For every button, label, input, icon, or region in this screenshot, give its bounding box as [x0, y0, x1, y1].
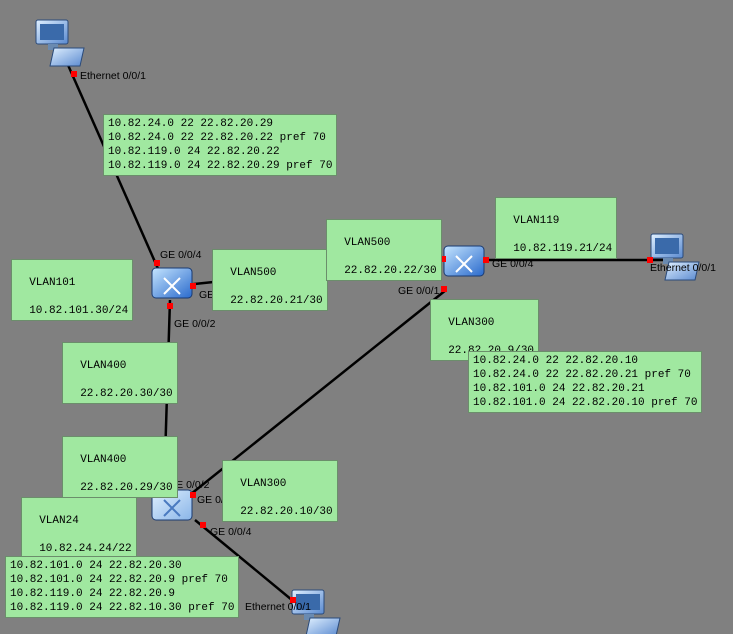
port-dot	[200, 522, 206, 528]
vlan-name: VLAN500	[344, 237, 390, 249]
vlan-name: VLAN400	[80, 454, 126, 466]
route-table: 10.82.24.0 22 22.82.20.10 10.82.24.0 22 …	[468, 351, 702, 413]
port-label: GE 0/0/4	[160, 249, 201, 261]
vlan-name: VLAN119	[513, 215, 559, 227]
port-label: Ethernet 0/0/1	[245, 601, 311, 613]
switch-icon	[440, 236, 488, 284]
vlan-addr: 10.82.101.30/24	[29, 305, 128, 317]
port-label: GE 0/0/2	[174, 318, 215, 330]
vlan-addr: 22.82.20.29/30	[80, 482, 172, 494]
vlan-name: VLAN500	[230, 267, 276, 279]
vlan-name: VLAN300	[448, 317, 494, 329]
port-label: GE 0/0/4	[210, 526, 251, 538]
vlan-label: VLAN500 22.82.20.21/30	[212, 249, 328, 311]
vlan-addr: 10.82.119.21/24	[513, 243, 612, 255]
vlan-addr: 22.82.20.21/30	[230, 295, 322, 307]
port-label: Ethernet 0/0/1	[650, 262, 716, 274]
vlan-label: VLAN400 22.82.20.30/30	[62, 342, 178, 404]
vlan-label: VLAN500 22.82.20.22/30	[326, 219, 442, 281]
vlan-label: VLAN24 10.82.24.24/22	[21, 497, 137, 559]
vlan-label: VLAN300 22.82.20.10/30	[222, 460, 338, 522]
vlan-addr: 22.82.20.30/30	[80, 388, 172, 400]
port-dot	[441, 286, 447, 292]
port-dot	[190, 492, 196, 498]
port-label: GE 0/0/1	[398, 285, 439, 297]
vlan-name: VLAN400	[80, 360, 126, 372]
port-dot	[190, 283, 196, 289]
vlan-name: VLAN101	[29, 277, 75, 289]
route-table: 10.82.101.0 24 22.82.20.30 10.82.101.0 2…	[5, 556, 239, 618]
port-dot	[71, 71, 77, 77]
port-dot	[167, 303, 173, 309]
vlan-name: VLAN24	[39, 515, 79, 527]
vlan-name: VLAN300	[240, 478, 286, 490]
port-dot	[483, 257, 489, 263]
vlan-addr: 10.82.24.24/22	[39, 543, 131, 555]
port-label: Ethernet 0/0/1	[80, 70, 146, 82]
vlan-addr: 22.82.20.22/30	[344, 265, 436, 277]
pc-icon	[649, 232, 703, 284]
vlan-label: VLAN400 22.82.20.29/30	[62, 436, 178, 498]
port-label: GE 0/0/4	[492, 258, 533, 270]
vlan-label: VLAN119 10.82.119.21/24	[495, 197, 617, 259]
route-table: 10.82.24.0 22 22.82.20.29 10.82.24.0 22 …	[103, 114, 337, 176]
vlan-addr: 22.82.20.10/30	[240, 506, 332, 518]
vlan-label: VLAN101 10.82.101.30/24	[11, 259, 133, 321]
pc-icon	[34, 18, 88, 70]
